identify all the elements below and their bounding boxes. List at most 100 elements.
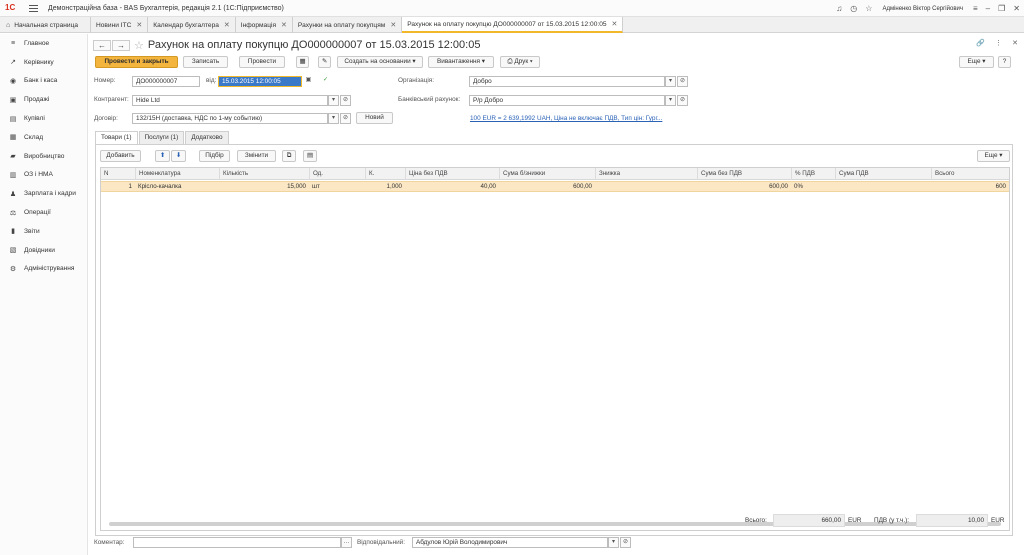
tab-accountant-calendar[interactable]: Календар бухгалтера ✕ xyxy=(148,17,236,33)
column-header[interactable]: % ПДВ xyxy=(791,168,835,180)
horizontal-scrollbar[interactable] xyxy=(109,522,1001,526)
row-unit[interactable]: шт xyxy=(309,182,365,192)
tab-close-icon[interactable]: ✕ xyxy=(281,18,287,33)
help-button[interactable]: ? xyxy=(998,56,1011,68)
sidebar-item-administration[interactable]: ⚙ Адміністрування xyxy=(0,260,87,279)
create-based-on-button[interactable]: Создать на основании ▾ xyxy=(337,56,423,68)
more-vertical-icon[interactable]: ⋮ xyxy=(995,39,1002,47)
main-menu-icon[interactable] xyxy=(29,4,38,12)
column-header[interactable]: Ціна без ПДВ xyxy=(405,168,499,180)
copy-icon-button[interactable]: ⧉ xyxy=(282,150,296,162)
sidebar-item-main[interactable]: ≡ Главное xyxy=(0,34,87,53)
column-header[interactable]: Сума ПДВ xyxy=(835,168,931,180)
row-sum[interactable]: 600,00 xyxy=(697,182,791,192)
row-discount[interactable] xyxy=(595,182,697,192)
sidebar-item-operations[interactable]: ⚖ Операції xyxy=(0,203,87,222)
post-and-close-button[interactable]: Провести и закрыть xyxy=(95,56,178,68)
organization-open-button[interactable]: ⊘ xyxy=(677,76,688,87)
tab-invoices-list[interactable]: Рахунки на оплату покупцям ✕ xyxy=(293,17,403,33)
print-button[interactable]: ⎙ Друк ▾ xyxy=(500,56,540,68)
tab-services[interactable]: Послуги (1) xyxy=(138,131,185,144)
sidebar-item-production[interactable]: ▰ Виробництво xyxy=(0,147,87,166)
column-header[interactable]: Сума б/знижки xyxy=(499,168,595,180)
row-vat-percent[interactable]: 0% xyxy=(791,182,835,192)
organization-dropdown-button[interactable]: ▾ xyxy=(665,76,676,87)
link-icon[interactable]: 🔗 xyxy=(976,39,985,47)
row-coef[interactable]: 1,000 xyxy=(365,182,405,192)
row-sum-no-discount[interactable]: 600,00 xyxy=(499,182,595,192)
export-button[interactable]: Вивантаження ▾ xyxy=(428,56,494,68)
exchange-rate-link[interactable]: 100 EUR = 2 639,1992 UAH, Ціна не включа… xyxy=(470,115,662,122)
sidebar-item-warehouse[interactable]: ▦ Склад xyxy=(0,128,87,147)
column-header[interactable]: Сума без ПДВ xyxy=(697,168,791,180)
row-quantity[interactable]: 15,000 xyxy=(219,182,309,192)
contractor-field[interactable]: Hide Ltd xyxy=(132,95,328,106)
tab-close-icon[interactable]: ✕ xyxy=(224,18,230,33)
comment-field[interactable] xyxy=(133,537,341,548)
add-row-button[interactable]: Добавить xyxy=(100,150,141,162)
contract-field[interactable]: 132/15Н (доставка, НДС по 1-му событию) xyxy=(132,113,328,124)
sidebar-item-fixed-assets[interactable]: ▥ ОЗ і НМА xyxy=(0,166,87,185)
row-total[interactable]: 600 xyxy=(931,182,1009,192)
tab-goods[interactable]: Товари (1) xyxy=(95,131,138,144)
favorite-star-icon[interactable]: ☆ xyxy=(134,39,144,52)
column-header[interactable]: Знижка xyxy=(595,168,697,180)
bank-account-field[interactable]: Р/р Добро xyxy=(469,95,665,106)
contract-open-button[interactable]: ⊘ xyxy=(340,113,351,124)
bank-account-dropdown-button[interactable]: ▾ xyxy=(665,95,676,106)
comment-expand-button[interactable]: … xyxy=(341,537,352,548)
pick-button[interactable]: Підбір xyxy=(199,150,230,162)
column-header[interactable]: Од. xyxy=(309,168,365,180)
responsible-dropdown-button[interactable]: ▾ xyxy=(608,537,619,548)
tab-current-invoice[interactable]: Рахунок на оплату покупцю ДО000000007 от… xyxy=(402,17,624,33)
tab-information[interactable]: Інформація ✕ xyxy=(236,17,293,33)
row-item[interactable]: Крісло-качалка xyxy=(135,182,219,192)
responsible-field[interactable]: Абдулов Юрій Володимирович xyxy=(412,537,608,548)
sidebar-item-sales[interactable]: ▣ Продажі xyxy=(0,90,87,109)
favorites-star-icon[interactable]: ☆ xyxy=(865,4,872,13)
current-user[interactable]: Адміненко Віктор Сергійович xyxy=(882,6,963,12)
restore-icon[interactable]: ❐ xyxy=(998,4,1005,13)
bell-icon[interactable]: ♫ xyxy=(836,4,842,13)
sidebar-item-salary-hr[interactable]: ♟ Зарплата і кадри xyxy=(0,184,87,203)
table-row[interactable]: 1 Крісло-качалка 15,000 шт 1,000 40,00 6… xyxy=(101,181,1009,192)
sidebar-item-purchases[interactable]: ▤ Купівлі xyxy=(0,109,87,128)
close-icon[interactable]: ✕ xyxy=(1013,4,1020,13)
tab-close-icon[interactable]: ✕ xyxy=(390,18,396,33)
paste-icon-button[interactable]: ▤ xyxy=(303,150,317,162)
history-icon[interactable]: ◷ xyxy=(850,4,857,13)
calendar-icon[interactable]: ▣ xyxy=(303,76,314,87)
column-header[interactable]: Всього xyxy=(931,168,1009,180)
change-button[interactable]: Змінити xyxy=(237,150,276,162)
check-icon[interactable]: ✓ xyxy=(320,76,331,87)
save-button[interactable]: Записать xyxy=(183,56,228,68)
sidebar-item-manager[interactable]: ↗ Керівнику xyxy=(0,53,87,72)
number-field[interactable]: ДО000000007 xyxy=(132,76,200,87)
tab-additional[interactable]: Додатково xyxy=(185,131,229,144)
contract-dropdown-button[interactable]: ▾ xyxy=(328,113,339,124)
organization-field[interactable]: Добро xyxy=(469,76,665,87)
back-button[interactable]: ← xyxy=(93,39,111,51)
bank-account-open-button[interactable]: ⊘ xyxy=(677,95,688,106)
tab-its-news[interactable]: Новини ІТС ✕ xyxy=(91,17,149,33)
row-vat-sum[interactable] xyxy=(835,182,931,192)
more-button[interactable]: Еще ▾ xyxy=(959,56,994,68)
sidebar-item-catalogs[interactable]: ▧ Довідники xyxy=(0,241,87,260)
sidebar-item-reports[interactable]: ▮ Звіти xyxy=(0,222,87,241)
new-contract-button[interactable]: Новий xyxy=(356,112,393,124)
tab-home[interactable]: ⌂ Начальная страница xyxy=(0,17,91,33)
forward-button[interactable]: → xyxy=(112,39,130,51)
tab-close-icon[interactable]: ✕ xyxy=(612,17,618,32)
settings-menu-icon[interactable]: ≡ xyxy=(973,4,978,13)
attach-icon-button[interactable]: ✎ xyxy=(318,56,331,68)
column-header[interactable]: Номенклатура xyxy=(135,168,219,180)
responsible-open-button[interactable]: ⊘ xyxy=(620,537,631,548)
row-price[interactable]: 40,00 xyxy=(405,182,499,192)
date-field[interactable]: 15.03.2015 12:00:05 xyxy=(218,76,302,87)
column-header[interactable]: Кількість xyxy=(219,168,309,180)
grid-more-button[interactable]: Еще ▾ xyxy=(977,150,1010,162)
column-header[interactable]: N xyxy=(101,168,135,180)
structure-icon-button[interactable]: ▦ xyxy=(296,56,309,68)
close-form-icon[interactable]: ✕ xyxy=(1012,39,1018,47)
contractor-open-button[interactable]: ⊘ xyxy=(340,95,351,106)
